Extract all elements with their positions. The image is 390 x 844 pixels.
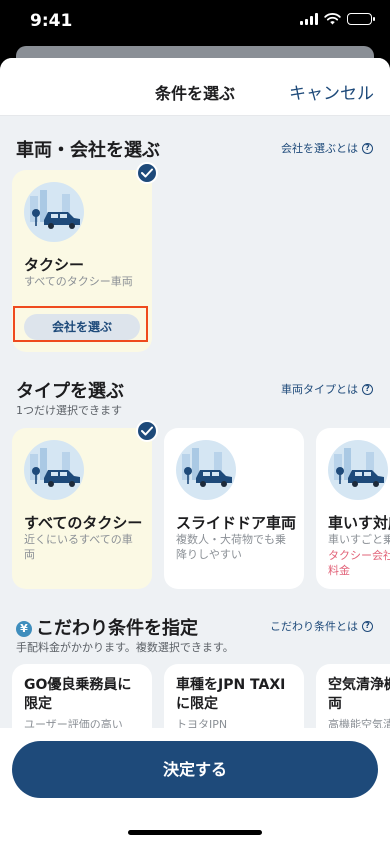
check-icon [136,420,158,442]
yen-icon: ¥ [16,621,32,637]
type-section-subtitle: 1つだけ選択できます [16,404,122,417]
taxi-illustration [328,440,388,500]
type-card-title: 車いす対応 [328,514,390,532]
prefs-section-header: ¥ こだわり条件を指定 こだわり条件とは? [0,614,390,640]
cancel-button[interactable]: キャンセル [289,79,374,104]
type-card-desc: 車いすごと乗 [328,533,390,546]
type-card-slide-door[interactable]: スライドドア車両 複数人・大荷物でも乗降りしやすい [164,428,304,589]
prefs-section-title-text: こだわり条件を指定 [36,618,198,639]
nav-bar: 条件を選ぶ キャンセル [0,58,390,116]
prefs-section-subtitle: 手配料金がかかります。複数選択できます。 [16,641,234,654]
signal-icon [300,13,318,25]
vehicle-card-title: タクシー [24,256,85,274]
status-bar: 9:41 [0,0,390,44]
wifi-icon [324,13,341,25]
home-indicator [128,830,262,835]
type-card-wheelchair[interactable]: 車いす対応 車いすごと乗 タクシー会社車両指定料金 [316,428,390,589]
status-icons [300,13,375,25]
question-icon: ? [362,383,373,395]
question-icon: ? [362,620,373,632]
type-section-header: タイプを選ぶ 車両タイプとは? [0,377,390,402]
type-card-all-taxi[interactable]: すべてのタクシー 近くにいるすべての車両 [12,428,152,589]
footer: 決定する [0,728,390,844]
prefs-help-link[interactable]: こだわり条件とは? [270,618,373,634]
taxi-illustration [24,182,84,242]
battery-icon [347,13,375,25]
pref-card-title: 空気清浄機搭載車両 [328,677,390,712]
type-section-title: タイプを選ぶ [16,381,124,402]
submit-button[interactable]: 決定する [12,741,378,798]
type-card-title: すべてのタクシー [24,514,143,532]
check-icon [136,162,158,184]
prefs-section-title: ¥ こだわり条件を指定 [16,614,198,640]
question-icon: ? [362,142,373,154]
taxi-illustration [176,440,236,500]
vehicle-section-title: 車両・会社を選ぶ [16,140,160,161]
type-card-desc: 複数人・大荷物でも乗降りしやすい [176,533,286,561]
type-card-desc: 近くにいるすべての車両 [24,533,133,561]
pref-card-title: 車種をJPN TAXIに限定 [176,677,286,712]
pref-card-title: GO優良乗務員に限定 [24,677,132,712]
vehicle-section-header: 車両・会社を選ぶ 会社を選ぶとは? [0,136,390,161]
type-help-link[interactable]: 車両タイプとは? [281,381,373,397]
status-time: 9:41 [30,11,73,31]
type-card-title: スライドドア車両 [176,514,297,532]
type-help-label: 車両タイプとは [281,383,358,396]
highlight-frame [13,306,148,342]
taxi-illustration [24,440,84,500]
vehicle-help-label: 会社を選ぶとは [281,142,358,155]
prefs-help-label: こだわり条件とは [270,620,358,633]
condition-sheet: 条件を選ぶ キャンセル 車両・会社を選ぶ 会社を選ぶとは? タクシー すべてのタ… [0,58,390,844]
vehicle-card-desc: すべてのタクシー車両 [24,275,133,288]
type-card-note: タクシー会社車両指定料金 [328,549,390,577]
vehicle-help-link[interactable]: 会社を選ぶとは? [281,140,373,156]
